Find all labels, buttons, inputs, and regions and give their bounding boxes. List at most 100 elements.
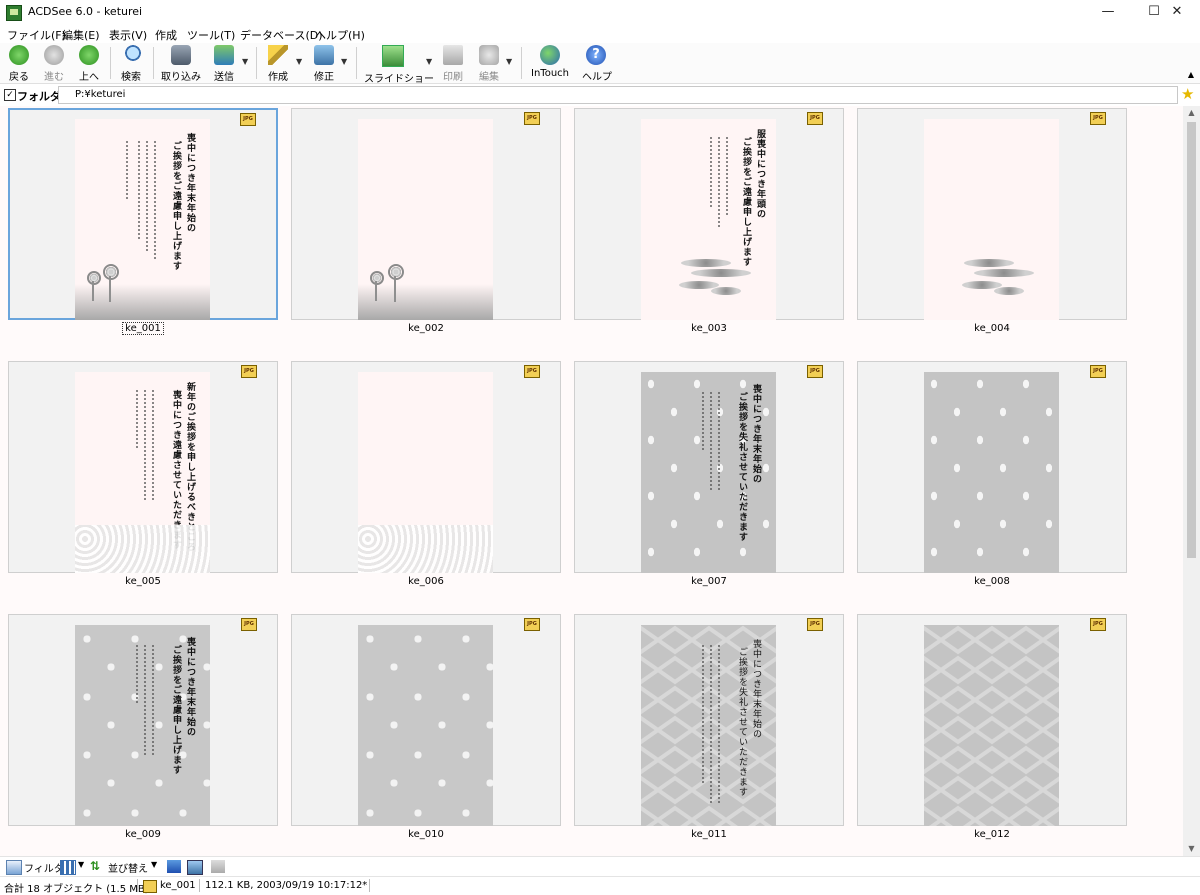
slideshow-icon bbox=[382, 45, 404, 67]
vertical-scrollbar[interactable]: ▲ ▼ bbox=[1183, 106, 1200, 856]
minimize-button[interactable]: — bbox=[1085, 0, 1131, 25]
folder-bar: ✓ フォルダ: P:¥keturei ⌵ ★ bbox=[0, 84, 1200, 106]
slideshow-dropdown-icon[interactable]: ▼ bbox=[426, 57, 432, 66]
menu-bar: ファイル(F) 編集(E) 表示(V) 作成 ツール(T) データベース(D) … bbox=[0, 25, 1200, 43]
editor-dropdown-icon[interactable]: ▼ bbox=[506, 57, 512, 66]
send-button[interactable]: 送信 bbox=[210, 45, 238, 83]
card-image bbox=[358, 372, 493, 573]
card-image: 服喪中につき年頭の ご挨拶をご遠慮申し上げます bbox=[641, 119, 776, 320]
thumbnail-ke_004[interactable]: JPG bbox=[857, 108, 1127, 320]
wand-icon bbox=[268, 45, 288, 65]
title-bar: ACDSee 6.0 - keturei — ☐ ✕ bbox=[0, 0, 1200, 25]
chevron-down-icon[interactable]: ⌵ bbox=[75, 88, 1174, 98]
thumbnail-ke_003[interactable]: JPG 服喪中につき年頭の ご挨拶をご遠慮申し上げます bbox=[574, 108, 844, 320]
import-button[interactable]: 取り込み bbox=[160, 45, 202, 83]
send-dropdown-icon[interactable]: ▼ bbox=[242, 57, 248, 66]
filter-button[interactable]: フィルタ bbox=[24, 860, 64, 875]
sort-button[interactable]: 並び替え bbox=[108, 860, 148, 875]
close-button[interactable]: ✕ bbox=[1154, 0, 1200, 25]
card-image: 喪中につき年末年始の ご挨拶を失礼させていただきます bbox=[641, 372, 776, 573]
thumbnail-caption[interactable]: ke_004 bbox=[857, 323, 1127, 334]
edit-image-icon bbox=[314, 45, 334, 65]
card-image: 喪中につき年末年始の ご挨拶を失礼させていただきます bbox=[641, 625, 776, 826]
thumbnail-ke_006[interactable]: JPG bbox=[291, 361, 561, 573]
thumbnail-ke_007[interactable]: JPG 喪中につき年末年始の ご挨拶を失礼させていただきます bbox=[574, 361, 844, 573]
create-button[interactable]: 作成 bbox=[264, 45, 292, 83]
thumbnail-caption[interactable]: ke_010 bbox=[291, 829, 561, 840]
card-text: 喪中につき年末年始の bbox=[185, 637, 195, 737]
search-button[interactable]: 検索 bbox=[116, 45, 146, 83]
jpg-badge-icon: JPG bbox=[1090, 618, 1106, 631]
scrollbar-thumb[interactable] bbox=[1187, 122, 1196, 558]
filter-icon[interactable] bbox=[6, 860, 22, 875]
thumbnail-ke_011[interactable]: JPG 喪中につき年末年始の ご挨拶を失礼させていただきます bbox=[574, 614, 844, 826]
forward-button[interactable]: 進む bbox=[41, 45, 67, 83]
jpg-badge-icon: JPG bbox=[1090, 112, 1106, 125]
globe-icon bbox=[540, 45, 560, 65]
edit-dropdown-icon[interactable]: ▼ bbox=[341, 57, 347, 66]
thumbnail-caption[interactable]: ke_012 bbox=[857, 829, 1127, 840]
menu-create[interactable]: 作成 bbox=[155, 27, 177, 43]
view-mode-icon[interactable] bbox=[60, 860, 76, 875]
print-button[interactable]: 印刷 bbox=[440, 45, 466, 83]
intouch-button[interactable]: InTouch bbox=[530, 45, 570, 79]
acdsee-app-icon bbox=[6, 5, 22, 21]
card-text: ご挨拶をご遠慮申し上げます bbox=[741, 137, 751, 267]
menu-help[interactable]: ヘルプ(H) bbox=[315, 27, 365, 43]
thumbnail-ke_010[interactable]: JPG bbox=[291, 614, 561, 826]
menu-view[interactable]: 表示(V) bbox=[109, 27, 147, 43]
back-button[interactable]: 戻る bbox=[6, 45, 32, 83]
card-text: 喪中につき年末年始の bbox=[751, 639, 761, 739]
star-icon[interactable]: ★ bbox=[1181, 86, 1194, 102]
edit-image-button[interactable]: 修正 bbox=[311, 45, 337, 83]
scroll-up-icon[interactable]: ▲ bbox=[1183, 106, 1200, 120]
jpg-badge-icon: JPG bbox=[807, 618, 823, 631]
help-button[interactable]: ? ヘルプ bbox=[582, 45, 612, 83]
folder-path-combobox[interactable]: P:¥keturei ⌵ bbox=[58, 86, 1178, 104]
menu-edit[interactable]: 編集(E) bbox=[62, 27, 100, 43]
up-button[interactable]: 上へ bbox=[76, 45, 102, 83]
view-mode-dropdown-icon[interactable]: ▼ bbox=[78, 860, 84, 869]
thumbnail-caption[interactable]: ke_001 bbox=[8, 322, 278, 335]
slideshow-button[interactable]: スライドショー bbox=[364, 45, 434, 85]
thumbnail-caption[interactable]: ke_006 bbox=[291, 576, 561, 587]
help-question-icon: ? bbox=[586, 45, 606, 65]
sort-icon[interactable]: ⇅ bbox=[90, 860, 104, 873]
menu-file[interactable]: ファイル(F) bbox=[7, 27, 66, 43]
thumbnail-ke_002[interactable]: JPG bbox=[291, 108, 561, 320]
jpg-badge-icon: JPG bbox=[1090, 365, 1106, 378]
folder-checkbox[interactable]: ✓ bbox=[4, 89, 16, 101]
sort-dropdown-icon[interactable]: ▼ bbox=[151, 860, 157, 869]
up-arrow-icon bbox=[79, 45, 99, 65]
thumbnail-caption[interactable]: ke_005 bbox=[8, 576, 278, 587]
toolbar-separator bbox=[356, 47, 357, 79]
thumbnail-caption[interactable]: ke_002 bbox=[291, 323, 561, 334]
thumbnail-ke_009[interactable]: JPG 喪中につき年末年始の ご挨拶をご遠慮申し上げます bbox=[8, 614, 278, 826]
thumbnail-caption[interactable]: ke_008 bbox=[857, 576, 1127, 587]
forward-arrow-icon bbox=[44, 45, 64, 65]
thumbnail-ke_001[interactable]: JPG 喪中につき年末年始の ご挨拶をご遠慮申し上げます bbox=[8, 108, 278, 320]
jpg-badge-icon: JPG bbox=[241, 618, 257, 631]
select-icon[interactable] bbox=[167, 860, 181, 873]
card-image: 喪中につき年末年始の ご挨拶をご遠慮申し上げます bbox=[75, 625, 210, 826]
bottom-toolbar: フィルタ ▼ ⇅ 並び替え ▼ bbox=[0, 856, 1200, 877]
jpg-badge-icon: JPG bbox=[240, 113, 256, 126]
create-dropdown-icon[interactable]: ▼ bbox=[296, 57, 302, 66]
thumbnail-caption[interactable]: ke_011 bbox=[574, 829, 844, 840]
menu-tools[interactable]: ツール(T) bbox=[187, 27, 235, 43]
toolbar-overflow-icon[interactable]: ▲ bbox=[1188, 70, 1194, 79]
card-text: ご挨拶をご遠慮申し上げます bbox=[171, 141, 181, 271]
scroll-down-icon[interactable]: ▼ bbox=[1183, 842, 1200, 856]
send-icon bbox=[214, 45, 234, 65]
status-bar: 合計 18 オブジェクト (1.5 MB) ke_001 112.1 KB, 2… bbox=[0, 876, 1200, 895]
thumbnail-ke_008[interactable]: JPG bbox=[857, 361, 1127, 573]
card-text: 服喪中につき年頭の bbox=[755, 129, 765, 219]
thumbnail-caption[interactable]: ke_003 bbox=[574, 323, 844, 334]
properties-icon[interactable] bbox=[187, 860, 203, 875]
editor-button[interactable]: 編集 bbox=[476, 45, 502, 83]
thumbnail-caption[interactable]: ke_009 bbox=[8, 829, 278, 840]
thumbnail-ke_005[interactable]: JPG 新年のご挨拶を申し上げるべきところ 喪中につき遠慮させていただきます bbox=[8, 361, 278, 573]
thumbnail-ke_012[interactable]: JPG bbox=[857, 614, 1127, 826]
thumbnail-caption[interactable]: ke_007 bbox=[574, 576, 844, 587]
menu-database[interactable]: データベース(D) bbox=[240, 27, 323, 43]
